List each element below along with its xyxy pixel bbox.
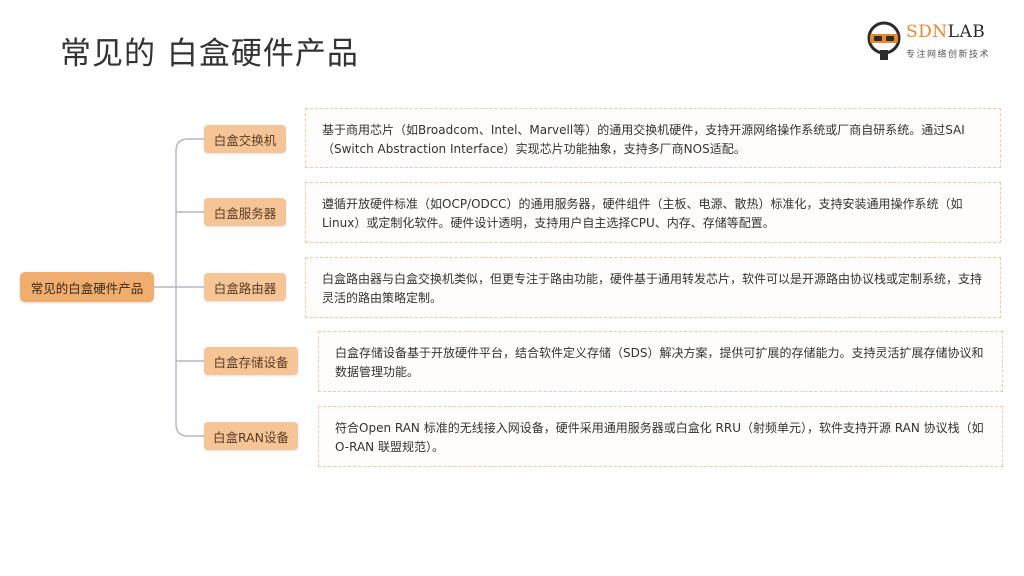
branch-white-box-ran: 白盒RAN设备 [204,422,298,450]
branch-white-box-storage: 白盒存储设备 [204,347,298,375]
branch-white-box-server: 白盒服务器 [204,198,286,226]
branch-white-box-switch: 白盒交换机 [204,125,286,153]
description-white-box-switch: 基于商用芯片（如Broadcom、Intel、Marvell等）的通用交换机硬件… [305,108,1001,168]
description-white-box-storage: 白盒存储设备基于开放硬件平台，结合软件定义存储（SDS）解决方案，提供可扩展的存… [318,331,1003,392]
description-white-box-router: 白盒路由器与白盒交换机类似，但更专注于路由功能，硬件基于通用转发芯片，软件可以是… [305,257,1001,318]
branch-white-box-router: 白盒路由器 [204,273,286,301]
description-white-box-ran: 符合Open RAN 标准的无线接入网设备，硬件采用通用服务器或白盒化 RRU（… [318,406,1003,467]
description-white-box-server: 遵循开放硬件标准（如OCP/ODCC）的通用服务器，硬件组件（主板、电源、散热）… [305,182,1001,243]
mindmap-root-node: 常见的白盒硬件产品 [20,272,154,302]
